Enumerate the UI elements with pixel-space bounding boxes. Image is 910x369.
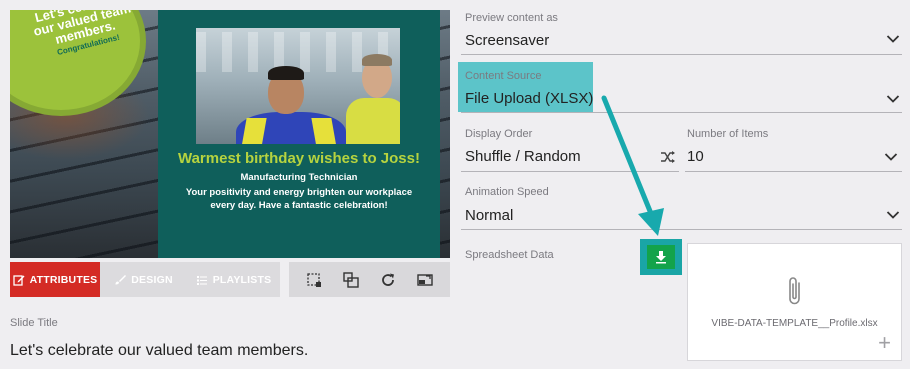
resize-icon xyxy=(343,271,359,288)
display-order-select[interactable]: Shuffle / Random xyxy=(465,148,581,165)
resize-button[interactable] xyxy=(340,269,362,291)
divider xyxy=(685,171,902,172)
tab-label: PLAYLISTS xyxy=(212,273,272,286)
number-items-select[interactable]: 10 xyxy=(687,148,704,165)
preview-as-label: Preview content as xyxy=(465,12,558,24)
chevron-down-icon[interactable] xyxy=(886,34,900,44)
slide-preview: Let's celebrate our valued team members.… xyxy=(10,10,450,258)
tab-design[interactable]: DESIGN xyxy=(100,262,187,297)
swap-screen-button[interactable] xyxy=(414,269,436,291)
chevron-down-icon[interactable] xyxy=(884,152,898,162)
tab-label: DESIGN xyxy=(131,273,173,286)
display-order-label: Display Order xyxy=(465,128,533,140)
tool-bar xyxy=(289,262,450,297)
preview-headline: Warmest birthday wishes to Joss! xyxy=(177,150,420,167)
divider xyxy=(461,171,679,172)
download-template-button[interactable] xyxy=(640,239,682,275)
crop-icon xyxy=(306,272,321,287)
chevron-down-icon[interactable] xyxy=(886,94,900,104)
shuffle-icon xyxy=(660,150,676,164)
preview-as-select[interactable]: Screensaver xyxy=(465,32,549,49)
divider xyxy=(461,54,902,55)
crop-button[interactable] xyxy=(303,269,325,291)
editor-tabs: ATTRIBUTES DESIGN PLAYLISTS xyxy=(10,262,280,297)
download-icon xyxy=(656,251,666,264)
edit-icon xyxy=(12,274,25,286)
swap-screen-icon xyxy=(417,273,434,286)
tab-label: ATTRIBUTES xyxy=(29,273,98,286)
number-items-label: Number of Items xyxy=(687,128,769,140)
chevron-down-icon[interactable] xyxy=(886,210,900,220)
animation-speed-label: Animation Speed xyxy=(465,186,549,198)
animation-speed-select[interactable]: Normal xyxy=(465,207,513,224)
slide-title-input[interactable]: Let's celebrate our valued team members. xyxy=(10,342,308,360)
list-icon xyxy=(196,275,207,285)
spreadsheet-data-label: Spreadsheet Data xyxy=(465,249,554,261)
slide-title-label: Slide Title xyxy=(10,317,58,329)
add-file-icon[interactable]: + xyxy=(878,332,891,354)
content-panel: Warmest birthday wishes to Joss! Manufac… xyxy=(158,10,440,258)
file-name: VIBE-DATA-TEMPLATE__Profile.xlsx xyxy=(711,318,878,329)
tab-attributes[interactable]: ATTRIBUTES xyxy=(10,262,100,297)
preview-message: Your positivity and energy brighten our … xyxy=(185,187,413,211)
brush-icon xyxy=(115,274,127,284)
divider xyxy=(461,229,902,230)
content-source-label: Content Source xyxy=(465,70,542,82)
divider xyxy=(461,112,902,113)
paperclip-icon xyxy=(789,277,800,305)
refresh-icon xyxy=(382,273,395,286)
refresh-button[interactable] xyxy=(377,269,399,291)
content-source-select[interactable]: File Upload (XLSX) xyxy=(465,90,593,107)
file-upload-box[interactable]: VIBE-DATA-TEMPLATE__Profile.xlsx + xyxy=(687,243,902,361)
employee-photo xyxy=(196,28,400,144)
tab-playlists[interactable]: PLAYLISTS xyxy=(187,262,280,297)
preview-role: Manufacturing Technician xyxy=(240,172,358,183)
